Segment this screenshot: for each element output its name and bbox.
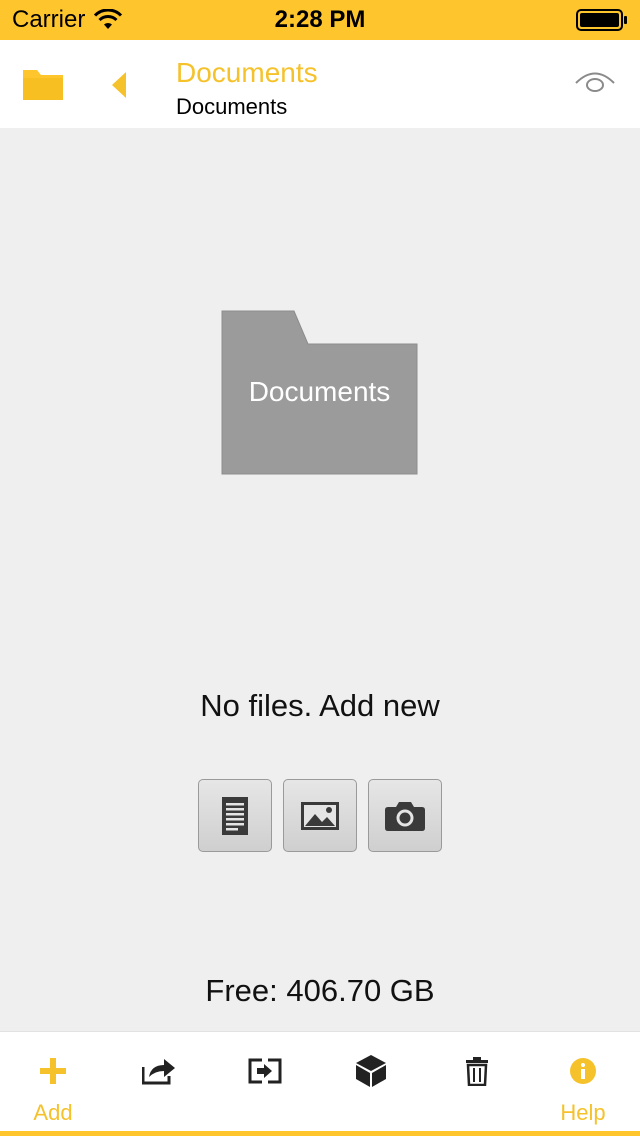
wifi-icon: [93, 8, 123, 31]
status-bar: Carrier 2:28 PM: [0, 0, 640, 40]
add-button[interactable]: Add: [0, 1032, 106, 1132]
empty-message: No files. Add new: [200, 688, 440, 723]
move-icon: [248, 1054, 282, 1088]
add-buttons: [198, 779, 442, 852]
plus-icon: [36, 1054, 70, 1088]
free-space-label: Free: 406.70 GB: [205, 973, 435, 1008]
add-document-button[interactable]: [198, 779, 272, 852]
image-icon: [300, 801, 340, 831]
bottom-toolbar: Add Help: [0, 1031, 640, 1136]
folder-icon[interactable]: [22, 66, 64, 102]
help-button[interactable]: Help: [530, 1032, 636, 1132]
back-arrow-icon[interactable]: [108, 70, 130, 100]
delete-button[interactable]: [424, 1032, 530, 1132]
eye-icon[interactable]: [574, 70, 616, 96]
folder-label: Documents: [248, 376, 391, 407]
trash-icon: [460, 1054, 494, 1088]
breadcrumb: Documents: [176, 94, 288, 119]
archive-button[interactable]: [318, 1032, 424, 1132]
share-button[interactable]: [106, 1032, 212, 1132]
add-image-button[interactable]: [283, 779, 357, 852]
add-photo-button[interactable]: [368, 779, 442, 852]
camera-icon: [384, 800, 426, 832]
add-label: Add: [33, 1100, 73, 1125]
page-title: Documents: [176, 57, 318, 88]
status-left: Carrier: [12, 6, 123, 34]
carrier-label: Carrier: [12, 6, 86, 33]
battery-icon: [576, 9, 628, 31]
header-bar: Documents Documents: [0, 40, 640, 128]
move-button[interactable]: [212, 1032, 318, 1132]
share-icon: [142, 1054, 176, 1088]
archive-box-icon: [354, 1054, 388, 1088]
help-label: Help: [560, 1100, 606, 1125]
info-icon: [566, 1054, 600, 1088]
document-icon: [221, 796, 249, 836]
